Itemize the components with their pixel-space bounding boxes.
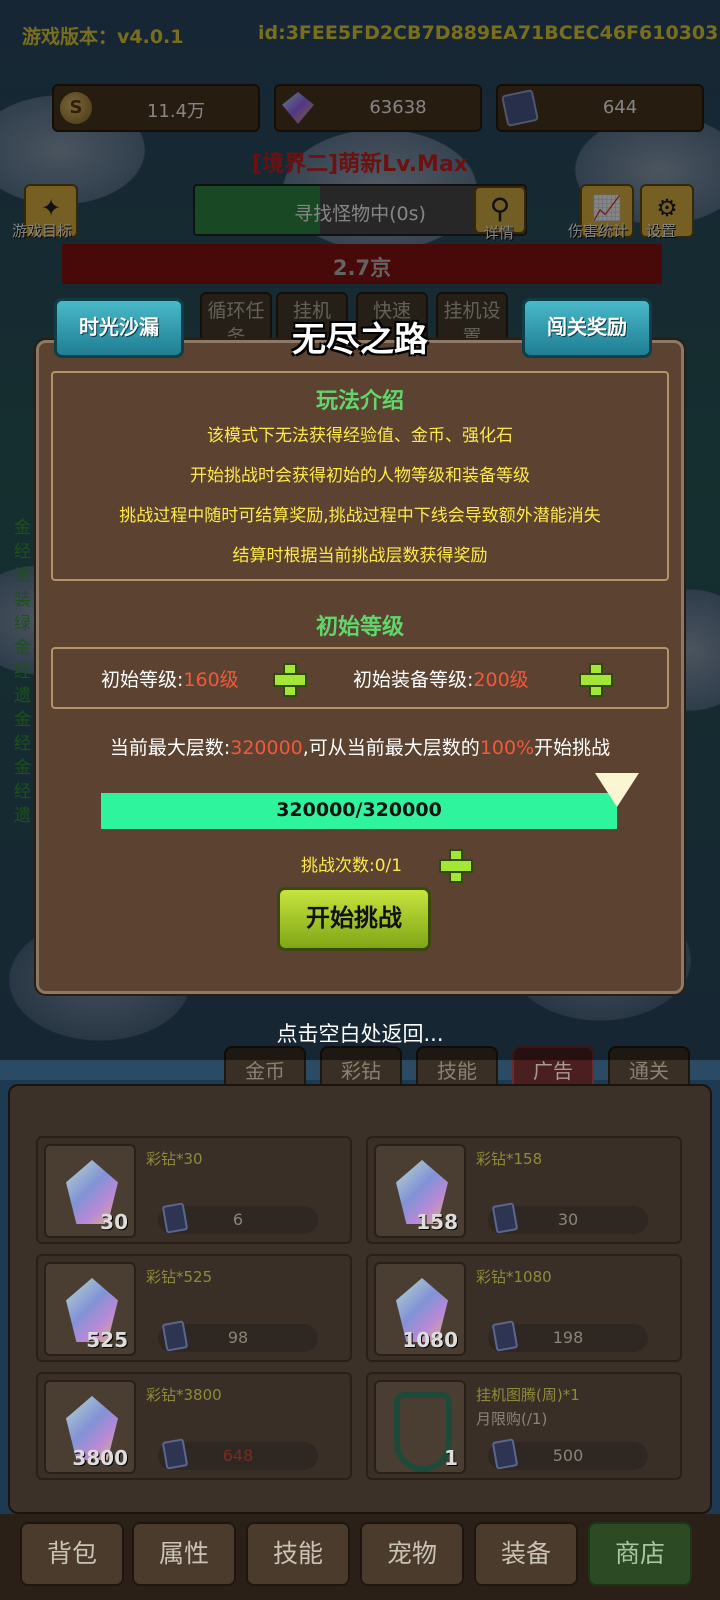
item-qty: 1: [444, 1446, 458, 1470]
initial-equip-label: 初始装备等级:: [353, 669, 474, 691]
shop-item[interactable]: 3800 彩钻*3800 648: [36, 1372, 352, 1480]
add-tries-button[interactable]: [439, 849, 473, 883]
gem-pack-thumb: 3800: [44, 1380, 136, 1474]
intro-title: 玩法介绍: [315, 389, 404, 414]
shop-item[interactable]: 1 挂机图腾(周)*1 月限购(/1) 500: [366, 1372, 682, 1480]
ticket-icon: [491, 1202, 519, 1234]
max-layer-line: 当前最大层数:320000,可从当前最大层数的100%开始挑战: [39, 733, 681, 760]
max-layer-middle: ,可从当前最大层数的: [302, 737, 480, 759]
max-layer-prefix: 当前最大层数:: [109, 737, 231, 759]
initial-equip-level: 初始装备等级:200级: [353, 665, 529, 692]
gem-pack-thumb: 158: [374, 1144, 466, 1238]
tap-to-return-hint: 点击空白处返回...: [276, 1022, 444, 1046]
challenge-tries: 挑战次数:0/1: [301, 856, 403, 876]
max-layer-suffix: 开始挑战: [534, 737, 611, 759]
item-name: 彩钻*3800: [146, 1386, 222, 1404]
item-qty: 158: [416, 1210, 458, 1234]
totem-thumb: 1: [374, 1380, 466, 1474]
nav-pets[interactable]: 宠物: [360, 1522, 464, 1586]
intro-line: 该模式下无法获得经验值、金币、强化石: [207, 426, 513, 446]
bottom-nav: 背包 属性 技能 宠物 装备 商店: [0, 1514, 720, 1600]
item-qty: 1080: [402, 1328, 458, 1352]
intro-line: 挑战过程中随时可结算奖励,挑战过程中下线会导致额外潜能消失: [119, 506, 601, 526]
item-name: 彩钻*1080: [476, 1268, 552, 1286]
start-percent: 100%: [479, 737, 535, 759]
nav-equipment[interactable]: 装备: [474, 1522, 578, 1586]
item-name: 彩钻*30: [146, 1150, 203, 1168]
item-name: 彩钻*158: [476, 1150, 543, 1168]
add-initial-equip-button[interactable]: [579, 663, 613, 697]
item-qty: 525: [86, 1328, 128, 1352]
shop-item[interactable]: 30 彩钻*30 6: [36, 1136, 352, 1244]
ticket-icon: [161, 1320, 189, 1352]
ticket-icon: [491, 1320, 519, 1352]
item-limit: 月限购(/1): [476, 1410, 548, 1428]
nav-bag[interactable]: 背包: [20, 1522, 124, 1586]
nav-attributes[interactable]: 属性: [132, 1522, 236, 1586]
add-initial-level-button[interactable]: [273, 663, 307, 697]
initial-level-box: 初始等级:160级 初始装备等级:200级: [51, 647, 669, 709]
nav-skills[interactable]: 技能: [246, 1522, 350, 1586]
shop-item[interactable]: 158 彩钻*158 30: [366, 1136, 682, 1244]
gem-pack-thumb: 525: [44, 1262, 136, 1356]
intro-line: 开始挑战时会获得初始的人物等级和装备等级: [190, 466, 530, 486]
panel-title: 无尽之路: [292, 320, 428, 360]
initial-level: 初始等级:160级: [101, 665, 239, 692]
gem-pack-thumb: 30: [44, 1144, 136, 1238]
shop-list: 30 彩钻*30 6 158 彩钻*158 30 525 彩钻*525 98 1…: [8, 1084, 712, 1514]
start-layer-slider[interactable]: 320000/320000: [101, 793, 617, 829]
endless-road-panel: 玩法介绍 该模式下无法获得经验值、金币、强化石 开始挑战时会获得初始的人物等级和…: [36, 340, 684, 994]
max-layer-value: 320000: [230, 737, 303, 759]
initial-level-label: 初始等级:: [101, 669, 184, 691]
slider-handle-icon[interactable]: [595, 773, 639, 807]
nav-shop[interactable]: 商店: [588, 1522, 692, 1586]
initial-equip-value: 200级: [473, 669, 529, 691]
item-qty: 30: [100, 1210, 128, 1234]
initial-level-title: 初始等级: [315, 615, 404, 640]
ticket-icon: [161, 1202, 189, 1234]
ticket-icon: [161, 1438, 189, 1470]
shop-item[interactable]: 1080 彩钻*1080 198: [366, 1254, 682, 1362]
intro-line: 结算时根据当前挑战层数获得奖励: [232, 546, 488, 566]
initial-level-value: 160级: [183, 669, 239, 691]
item-qty: 3800: [72, 1446, 128, 1470]
gameplay-intro-box: 玩法介绍 该模式下无法获得经验值、金币、强化石 开始挑战时会获得初始的人物等级和…: [51, 371, 669, 581]
item-name: 挂机图腾(周)*1: [476, 1386, 580, 1404]
item-name: 彩钻*525: [146, 1268, 213, 1286]
ticket-icon: [491, 1438, 519, 1470]
slider-text: 320000/320000: [276, 799, 442, 821]
shop-item[interactable]: 525 彩钻*525 98: [36, 1254, 352, 1362]
gem-pack-thumb: 1080: [374, 1262, 466, 1356]
start-challenge-button[interactable]: 开始挑战: [277, 887, 431, 951]
